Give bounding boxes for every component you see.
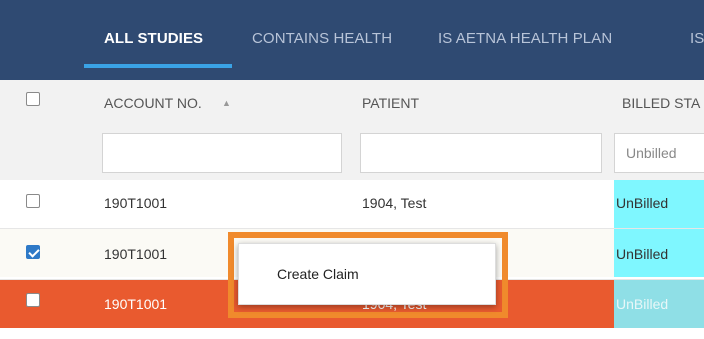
column-header-billed-status[interactable]: BILLED STA <box>622 95 700 111</box>
tab-all-studies[interactable]: ALL STUDIES <box>104 30 203 54</box>
sort-icon[interactable]: ▲ <box>222 98 231 108</box>
tab-contains-health[interactable]: CONTAINS HEALTH <box>252 30 392 54</box>
billed-status-text: UnBilled <box>616 296 669 312</box>
tab-is-aetna-health-plan[interactable]: IS AETNA HEALTH PLAN <box>438 30 612 54</box>
account-no-cell: 190T1001 <box>104 246 168 262</box>
account-no-filter-input[interactable] <box>102 133 342 173</box>
patient-cell: 1904, Test <box>362 195 427 211</box>
table-row[interactable]: 190T1001 1904, Test UnBilled <box>0 180 704 228</box>
tab-is-truncated[interactable]: IS <box>690 30 704 54</box>
row-checkbox[interactable] <box>26 293 40 307</box>
billed-status-cell: UnBilled <box>614 229 704 277</box>
active-tab-indicator <box>84 64 232 68</box>
account-no-cell: 190T1001 <box>104 296 168 312</box>
account-no-cell: 190T1001 <box>104 195 168 211</box>
column-header-account-no[interactable]: ACCOUNT NO. <box>104 95 202 111</box>
billed-status-filter-value: Unbilled <box>626 145 677 161</box>
billed-status-text: UnBilled <box>616 195 669 211</box>
create-claim-menu-item[interactable]: Create Claim <box>277 266 359 282</box>
column-header-patient[interactable]: PATIENT <box>362 95 419 111</box>
billed-status-text: UnBilled <box>616 246 669 262</box>
row-checkbox-checked[interactable] <box>26 245 40 259</box>
row-checkbox[interactable] <box>26 194 40 208</box>
context-menu: Create Claim <box>238 243 496 305</box>
tab-bar: ALL STUDIES CONTAINS HEALTH IS AETNA HEA… <box>0 0 704 80</box>
patient-filter-input[interactable] <box>360 133 602 173</box>
select-all-checkbox[interactable] <box>26 92 40 106</box>
billed-status-cell: UnBilled <box>614 180 704 228</box>
billed-status-cell: UnBilled <box>614 280 704 328</box>
